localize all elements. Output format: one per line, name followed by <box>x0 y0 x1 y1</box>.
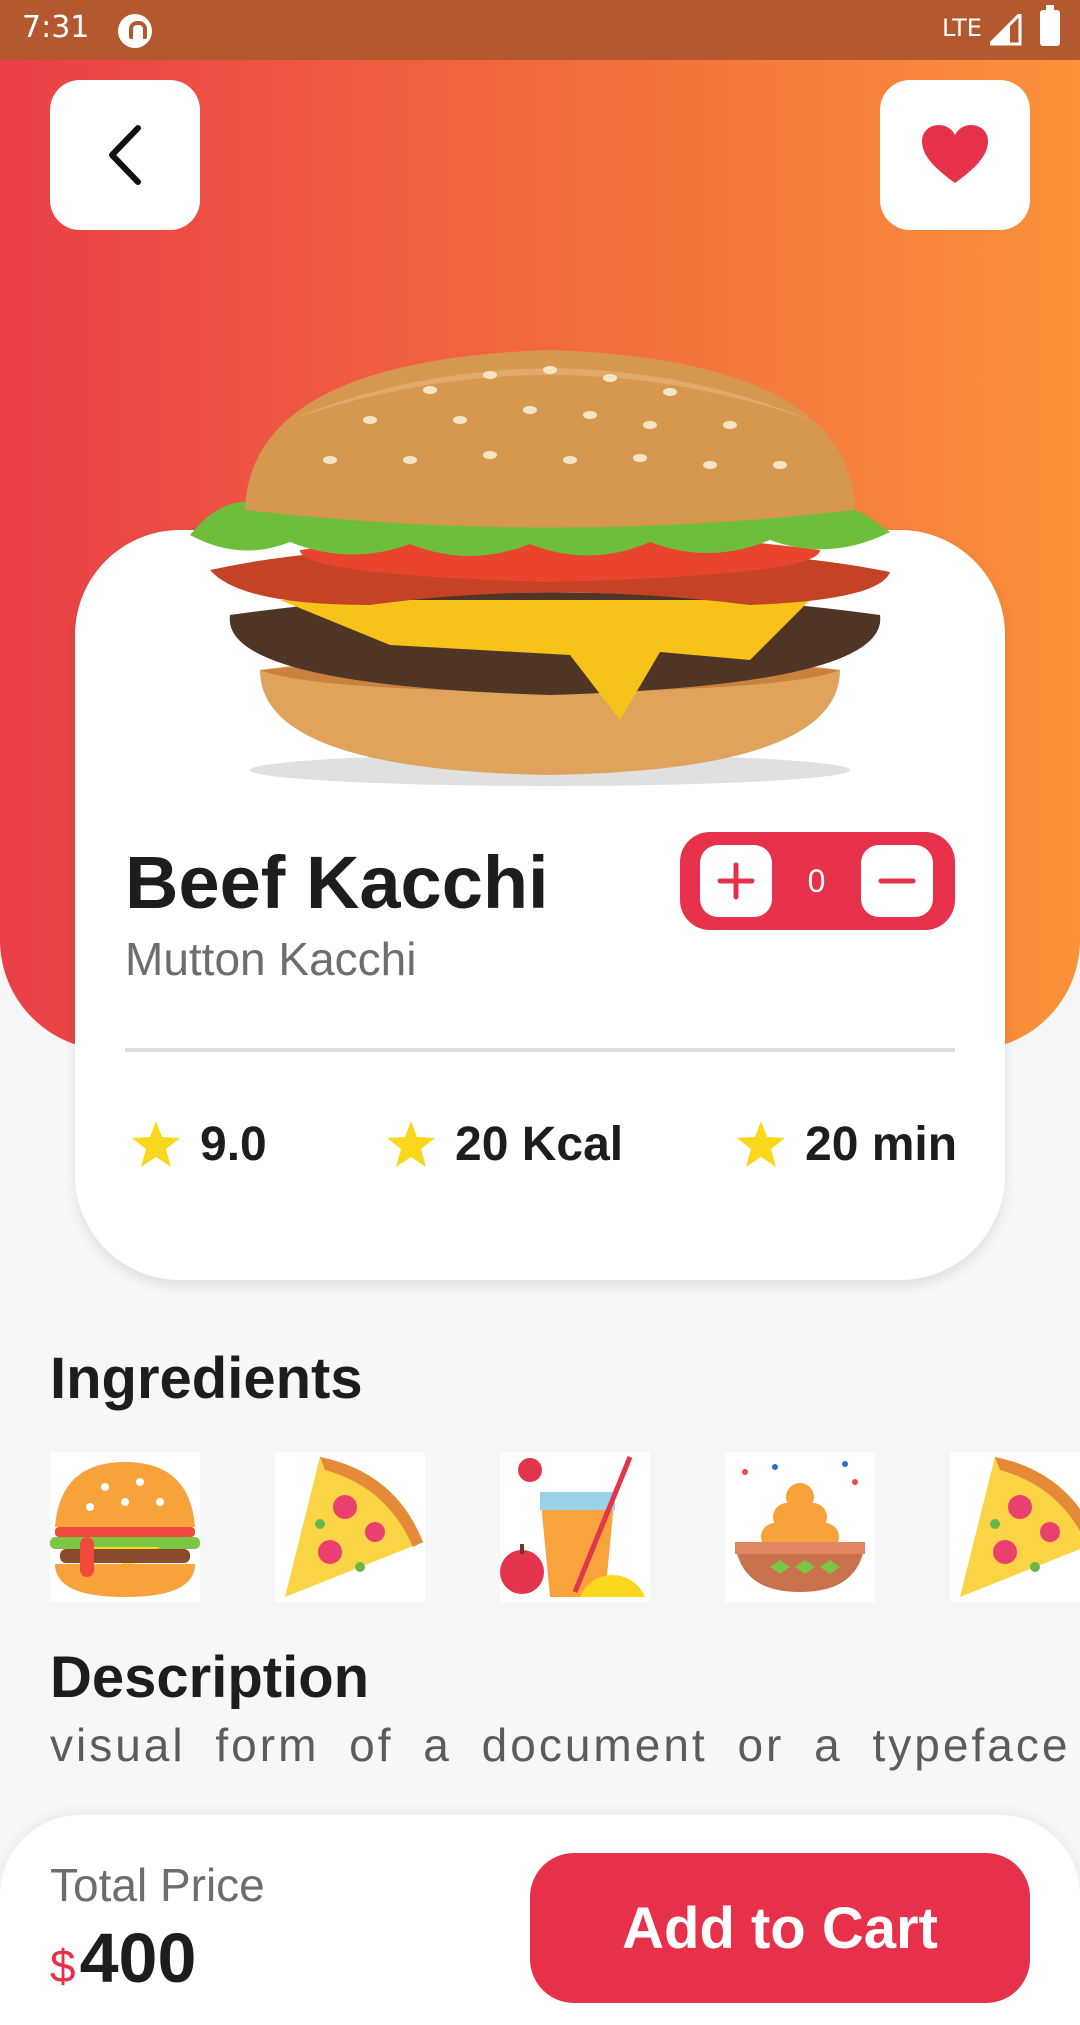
notification-icon <box>118 14 152 48</box>
juice-icon <box>500 1456 645 1597</box>
plus-icon <box>717 862 755 900</box>
divider <box>125 1048 955 1052</box>
quantity-stepper: 0 <box>680 832 955 930</box>
product-subtitle: Mutton Kacchi <box>125 933 417 985</box>
time-stat: 20 min <box>735 1112 957 1176</box>
minus-icon <box>878 878 916 884</box>
star-icon <box>132 1121 180 1167</box>
sweets-bowl-icon <box>735 1461 865 1592</box>
ingredient-juice[interactable] <box>500 1452 650 1602</box>
ingredients-title: Ingredients <box>50 1346 363 1411</box>
signal-icon <box>990 14 1022 46</box>
ingredient-pizza[interactable] <box>275 1452 425 1602</box>
ingredient-pizza-2[interactable] <box>950 1452 1080 1602</box>
status-time: 7:31 <box>22 10 90 45</box>
ingredient-sweets[interactable] <box>725 1452 875 1602</box>
add-to-cart-button[interactable]: Add to Cart <box>530 1853 1030 2003</box>
favorite-button[interactable] <box>880 80 1030 230</box>
network-type: LTE <box>942 14 982 42</box>
burger-image <box>190 350 890 786</box>
ingredient-burger[interactable] <box>50 1452 200 1602</box>
time-value: 20 min <box>805 1117 958 1171</box>
pizza-icon <box>960 1457 1080 1597</box>
description-title: Description <box>50 1645 370 1710</box>
total-price: $ 400 <box>50 1918 196 1998</box>
calories-stat: 20 Kcal <box>385 1112 623 1176</box>
star-icon <box>737 1121 785 1167</box>
chevron-left-icon <box>109 125 141 185</box>
quantity-value: 0 <box>807 863 826 899</box>
battery-icon <box>1040 5 1060 46</box>
rating-value: 9.0 <box>200 1117 267 1171</box>
total-price-label: Total Price <box>50 1859 265 1911</box>
product-title: Beef Kacchi <box>125 841 549 924</box>
price-value: 400 <box>79 1919 197 1997</box>
heart-icon <box>922 125 988 183</box>
increase-button[interactable] <box>700 845 772 917</box>
currency-symbol: $ <box>50 1940 76 1992</box>
status-bar: 7:31 LTE <box>0 0 1080 60</box>
rating-stat: 9.0 <box>130 1112 267 1176</box>
decrease-button[interactable] <box>861 845 933 917</box>
pizza-icon <box>285 1457 423 1597</box>
back-button[interactable] <box>50 80 200 230</box>
star-icon <box>387 1121 435 1167</box>
burger-icon <box>50 1462 200 1597</box>
description-text: visual form of a document or a typeface <box>50 1719 1071 1771</box>
calories-value: 20 Kcal <box>455 1117 624 1171</box>
